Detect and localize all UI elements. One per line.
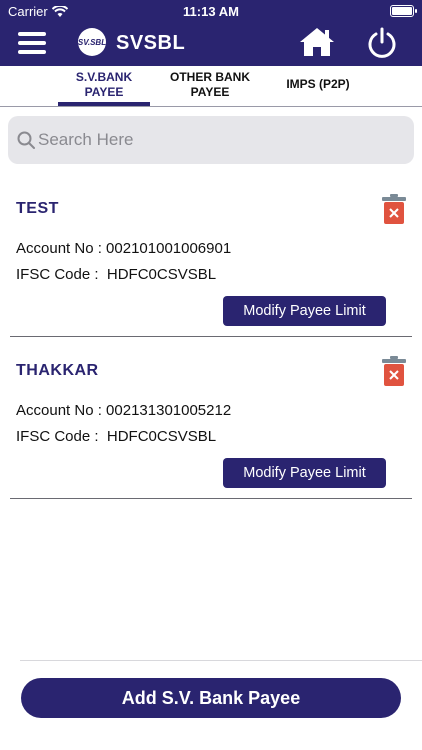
payee-name: THAKKAR: [16, 362, 99, 379]
tab-label-line1: OTHER BANK: [170, 70, 250, 84]
delete-trash-icon[interactable]: [382, 194, 406, 224]
tab-other-bank-payee[interactable]: OTHER BANK PAYEE: [160, 70, 260, 100]
tab-sv-bank-payee[interactable]: S.V.BANK PAYEE: [58, 70, 150, 100]
account-number-row: Account No : 002101001006901: [16, 240, 231, 257]
modify-payee-limit-button[interactable]: Modify Payee Limit: [223, 458, 386, 488]
tab-label-line2: PAYEE: [84, 85, 124, 99]
tab-label-line2: PAYEE: [190, 85, 230, 99]
ifsc-code: HDFC0CSVSBL: [106, 266, 217, 283]
account-number: 002131301005212: [106, 402, 232, 419]
ifsc-row: IFSC Code : HDFC0CSVSBL: [16, 266, 216, 283]
tab-label-line1: S.V.BANK: [75, 70, 133, 84]
app-header: Carrier 11:13 AM SV.SBL SVSBL: [0, 0, 422, 66]
payee-card: TEST Account No : 002101001006901 IFSC C…: [0, 186, 422, 348]
search-input[interactable]: [38, 122, 398, 158]
modify-payee-limit-button[interactable]: Modify Payee Limit: [223, 296, 386, 326]
delete-trash-icon[interactable]: [382, 356, 406, 386]
status-time: 11:13 AM: [183, 4, 239, 19]
payee-name: TEST: [16, 200, 59, 217]
payee-tabs: S.V.BANK PAYEE OTHER BANK PAYEE IMPS (P2…: [0, 66, 422, 107]
ifsc-code: HDFC0CSVSBL: [106, 428, 217, 445]
account-number: 002101001006901: [106, 240, 232, 257]
battery-icon: [390, 5, 417, 17]
tab-imps-p2p[interactable]: IMPS (P2P): [278, 77, 358, 92]
hamburger-menu-icon[interactable]: [18, 32, 46, 56]
brand-title: SVSBL: [116, 32, 186, 54]
nav-bar: SV.SBL SVSBL: [0, 22, 422, 66]
search-icon: [17, 131, 35, 149]
status-bar: Carrier 11:13 AM: [0, 0, 422, 22]
footer-divider: [20, 660, 422, 661]
divider: [10, 336, 412, 337]
account-label: Account No :: [16, 240, 107, 257]
add-sv-bank-payee-button[interactable]: Add S.V. Bank Payee: [21, 678, 401, 718]
bank-logo: SV.SBL: [78, 28, 106, 56]
payee-card: THAKKAR Account No : 002131301005212 IFS…: [0, 348, 422, 510]
ifsc-label: IFSC Code :: [16, 428, 107, 445]
divider: [10, 498, 412, 499]
home-icon[interactable]: [298, 26, 336, 58]
account-number-row: Account No : 002131301005212: [16, 402, 231, 419]
ifsc-label: IFSC Code :: [16, 266, 107, 283]
active-tab-indicator: [58, 102, 150, 106]
account-label: Account No :: [16, 402, 107, 419]
ifsc-row: IFSC Code : HDFC0CSVSBL: [16, 428, 216, 445]
search-bar: [8, 116, 414, 164]
tab-label-line1: IMPS (P2P): [286, 77, 350, 91]
power-icon[interactable]: [366, 27, 398, 59]
